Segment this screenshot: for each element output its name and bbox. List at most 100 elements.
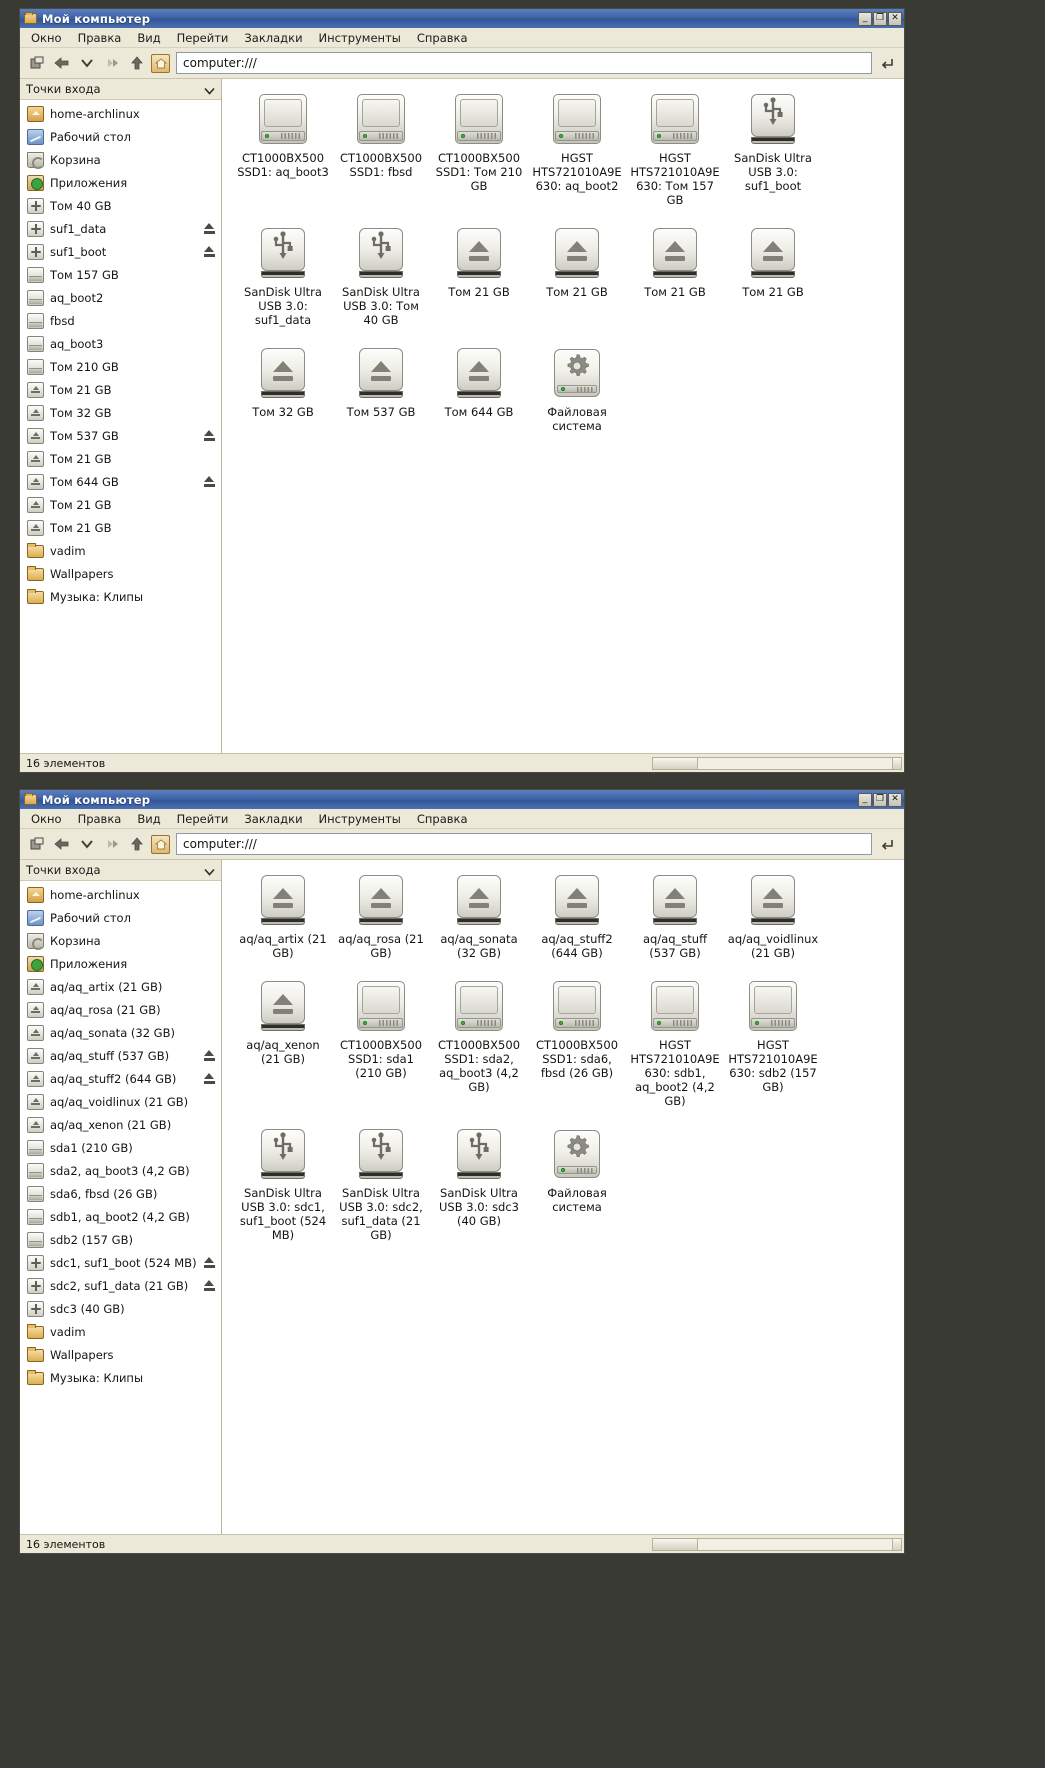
scrollbar-thumb[interactable] [653, 757, 698, 769]
sidebar-item[interactable]: Том 21 GB [20, 516, 221, 539]
window-controls[interactable]: _ ❐ ✕ [858, 792, 902, 807]
device-item[interactable]: Файловая система [528, 341, 626, 433]
sidebar-item[interactable]: Том 644 GB [20, 470, 221, 493]
menu-tools[interactable]: Инструменты [312, 810, 408, 828]
menu-window[interactable]: Окно [24, 29, 69, 47]
menu-go[interactable]: Перейти [170, 29, 236, 47]
sidebar-item[interactable]: home-archlinux [20, 102, 221, 125]
location-input[interactable]: computer:/// [176, 833, 872, 855]
history-dropdown-icon[interactable] [76, 833, 98, 855]
menu-bookmarks[interactable]: Закладки [237, 29, 309, 47]
sidebar-item[interactable]: Том 157 GB [20, 263, 221, 286]
sidebar-item[interactable]: suf1_data [20, 217, 221, 240]
menu-bookmarks[interactable]: Закладки [237, 810, 309, 828]
device-item[interactable]: SanDisk Ultra USB 3.0: sdc3 (40 GB) [430, 1122, 528, 1242]
sidebar-item[interactable]: fbsd [20, 309, 221, 332]
sidebar-item[interactable]: aq/aq_rosa (21 GB) [20, 998, 221, 1021]
device-item[interactable]: aq/aq_rosa (21 GB) [332, 868, 430, 960]
file-manager-window-2[interactable]: Мой компьютер _ ❐ ✕ Окно Правка Вид Пере… [19, 789, 905, 1554]
sidebar-item[interactable]: aq/aq_voidlinux (21 GB) [20, 1090, 221, 1113]
device-item[interactable]: Файловая система [528, 1122, 626, 1242]
device-item[interactable]: Том 644 GB [430, 341, 528, 433]
home-icon[interactable] [151, 53, 170, 73]
sidebar-list[interactable]: home-archlinux Рабочий стол Корзина Приложе… [20, 100, 221, 753]
device-item[interactable]: aq/aq_sonata (32 GB) [430, 868, 528, 960]
titlebar[interactable]: Мой компьютер _ ❐ ✕ [20, 790, 904, 809]
device-item[interactable]: SanDisk Ultra USB 3.0: Том 40 GB [332, 221, 430, 327]
menu-window[interactable]: Окно [24, 810, 69, 828]
sidebar-item[interactable]: Корзина [20, 148, 221, 171]
sidebar-item[interactable]: sdb2 (157 GB) [20, 1228, 221, 1251]
sidebar-item[interactable]: suf1_boot [20, 240, 221, 263]
menu-view[interactable]: Вид [130, 29, 167, 47]
eject-icon[interactable] [204, 476, 216, 487]
sidebar-item[interactable]: sdb1, aq_boot2 (4,2 GB) [20, 1205, 221, 1228]
device-item[interactable]: aq/aq_xenon (21 GB) [234, 974, 332, 1108]
sidebar-item[interactable]: Том 40 GB [20, 194, 221, 217]
device-item[interactable]: Том 21 GB [724, 221, 822, 327]
sidebar-item[interactable]: vadim [20, 539, 221, 562]
minimize-button[interactable]: _ [858, 792, 872, 807]
sidebar-item[interactable]: Том 21 GB [20, 378, 221, 401]
device-item[interactable]: SanDisk Ultra USB 3.0: suf1_boot [724, 87, 822, 207]
horizontal-scrollbar[interactable] [652, 756, 902, 770]
maximize-button[interactable]: ❐ [873, 792, 887, 807]
eject-icon[interactable] [204, 246, 216, 257]
history-dropdown-icon[interactable] [76, 52, 98, 74]
device-item[interactable]: CT1000BX500 SSD1: Том 210 GB [430, 87, 528, 207]
device-item[interactable]: CT1000BX500 SSD1: fbsd [332, 87, 430, 207]
menu-go[interactable]: Перейти [170, 810, 236, 828]
device-item[interactable]: aq/aq_stuff2 (644 GB) [528, 868, 626, 960]
window-controls[interactable]: _ ❐ ✕ [858, 11, 902, 26]
sidebar-item[interactable]: aq/aq_stuff (537 GB) [20, 1044, 221, 1067]
eject-icon[interactable] [204, 1257, 216, 1268]
menu-view[interactable]: Вид [130, 810, 167, 828]
sidebar-header[interactable]: Точки входа [20, 79, 221, 100]
sidebar-item[interactable]: Рабочий стол [20, 125, 221, 148]
go-icon[interactable] [878, 53, 898, 73]
device-item[interactable]: CT1000BX500 SSD1: sda1 (210 GB) [332, 974, 430, 1108]
icon-view-2[interactable]: aq/aq_artix (21 GB) aq/aq_rosa (21 GB) aq/… [222, 860, 904, 1534]
device-item[interactable]: aq/aq_artix (21 GB) [234, 868, 332, 960]
toolbar[interactable]: computer:/// [20, 829, 904, 860]
menu-help[interactable]: Справка [410, 29, 475, 47]
sidebar-item[interactable]: vadim [20, 1320, 221, 1343]
device-item[interactable]: SanDisk Ultra USB 3.0: suf1_data [234, 221, 332, 327]
sidebar-header[interactable]: Точки входа [20, 860, 221, 881]
device-item[interactable]: Том 537 GB [332, 341, 430, 433]
sidebar-item[interactable]: Том 21 GB [20, 493, 221, 516]
device-item[interactable]: CT1000BX500 SSD1: sda2, aq_boot3 (4,2 GB… [430, 974, 528, 1108]
titlebar[interactable]: Мой компьютер _ ❐ ✕ [20, 9, 904, 28]
sidebar-item[interactable]: aq/aq_xenon (21 GB) [20, 1113, 221, 1136]
device-item[interactable]: HGST HTS721010A9E630: Том 157 GB [626, 87, 724, 207]
sidebar-item[interactable]: Том 537 GB [20, 424, 221, 447]
sidebar-list[interactable]: home-archlinux Рабочий стол Корзина Приложе… [20, 881, 221, 1534]
toolbar[interactable]: computer:/// [20, 48, 904, 79]
close-button[interactable]: ✕ [888, 11, 902, 26]
scrollbar-grip[interactable] [892, 757, 901, 769]
sidebar-item[interactable]: Wallpapers [20, 1343, 221, 1366]
sidebar-item[interactable]: aq/aq_stuff2 (644 GB) [20, 1067, 221, 1090]
menu-help[interactable]: Справка [410, 810, 475, 828]
sidebar-item[interactable]: Корзина [20, 929, 221, 952]
device-item[interactable]: Том 21 GB [528, 221, 626, 327]
eject-icon[interactable] [204, 223, 216, 234]
up-icon[interactable] [126, 833, 148, 855]
eject-icon[interactable] [204, 1073, 216, 1084]
scrollbar-thumb[interactable] [653, 1538, 698, 1550]
device-item[interactable]: CT1000BX500 SSD1: aq_boot3 [234, 87, 332, 207]
device-item[interactable]: HGST HTS721010A9E630: sdb2 (157 GB) [724, 974, 822, 1108]
file-manager-window-1[interactable]: Мой компьютер _ ❐ ✕ Окно Правка Вид Пере… [19, 8, 905, 773]
device-item[interactable]: aq/aq_stuff (537 GB) [626, 868, 724, 960]
sidebar-item[interactable]: home-archlinux [20, 883, 221, 906]
horizontal-scrollbar[interactable] [652, 1537, 902, 1551]
menubar[interactable]: Окно Правка Вид Перейти Закладки Инструм… [20, 809, 904, 829]
device-item[interactable]: aq/aq_voidlinux (21 GB) [724, 868, 822, 960]
new-tab-icon[interactable] [26, 833, 48, 855]
home-icon[interactable] [151, 834, 170, 854]
sidebar-item[interactable]: sdc3 (40 GB) [20, 1297, 221, 1320]
icon-view-1[interactable]: CT1000BX500 SSD1: aq_boot3 CT1000BX500 SS… [222, 79, 904, 753]
eject-icon[interactable] [204, 430, 216, 441]
sidebar-item[interactable]: Приложения [20, 952, 221, 975]
sidebar-item[interactable]: Том 210 GB [20, 355, 221, 378]
